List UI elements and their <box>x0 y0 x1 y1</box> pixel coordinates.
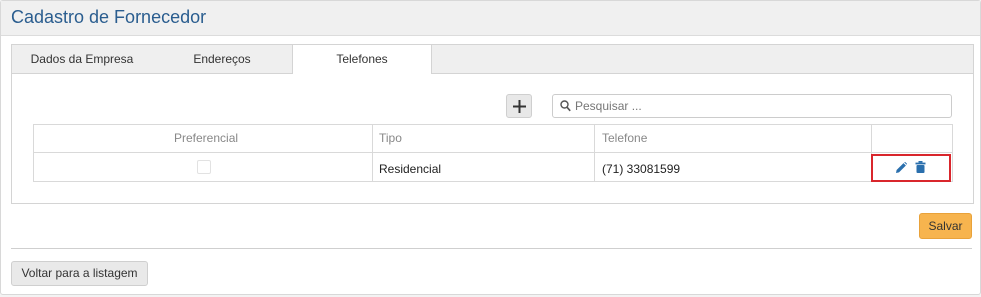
panel-header: Cadastro de Fornecedor <box>1 1 980 36</box>
tab-dados-da-empresa[interactable]: Dados da Empresa <box>12 45 152 73</box>
search-icon <box>560 100 571 112</box>
tab-telefones[interactable]: Telefones <box>292 45 432 74</box>
tab-enderecos[interactable]: Endereços <box>152 45 292 73</box>
column-header-tipo[interactable]: Tipo <box>379 131 402 145</box>
add-phone-button[interactable] <box>506 94 532 118</box>
table-header <box>34 125 952 153</box>
row-actions-highlight <box>871 154 951 182</box>
back-to-list-button[interactable]: Voltar para a listagem <box>11 261 148 286</box>
cell-telefone: (71) 33081599 <box>602 162 681 176</box>
divider <box>11 248 972 249</box>
phones-table: Preferencial Tipo Telefone Residencial (… <box>33 124 953 182</box>
column-header-preferencial[interactable]: Preferencial <box>174 131 238 145</box>
plus-icon <box>513 100 526 113</box>
pencil-icon[interactable] <box>896 162 907 173</box>
page-title: Cadastro de Fornecedor <box>11 7 207 27</box>
preferencial-checkbox[interactable] <box>197 160 211 174</box>
tab-bar: Dados da Empresa Endereços Telefones <box>12 45 973 74</box>
search-box <box>552 94 952 118</box>
cell-tipo: Residencial <box>379 162 442 176</box>
column-header-telefone[interactable]: Telefone <box>602 131 647 145</box>
trash-icon[interactable] <box>915 161 926 173</box>
search-input[interactable] <box>575 98 945 114</box>
tab-container: Dados da Empresa Endereços Telefones Pre… <box>11 44 974 204</box>
supplier-form-panel: Cadastro de Fornecedor Dados da Empresa … <box>0 0 981 295</box>
save-button[interactable]: Salvar <box>919 213 972 239</box>
